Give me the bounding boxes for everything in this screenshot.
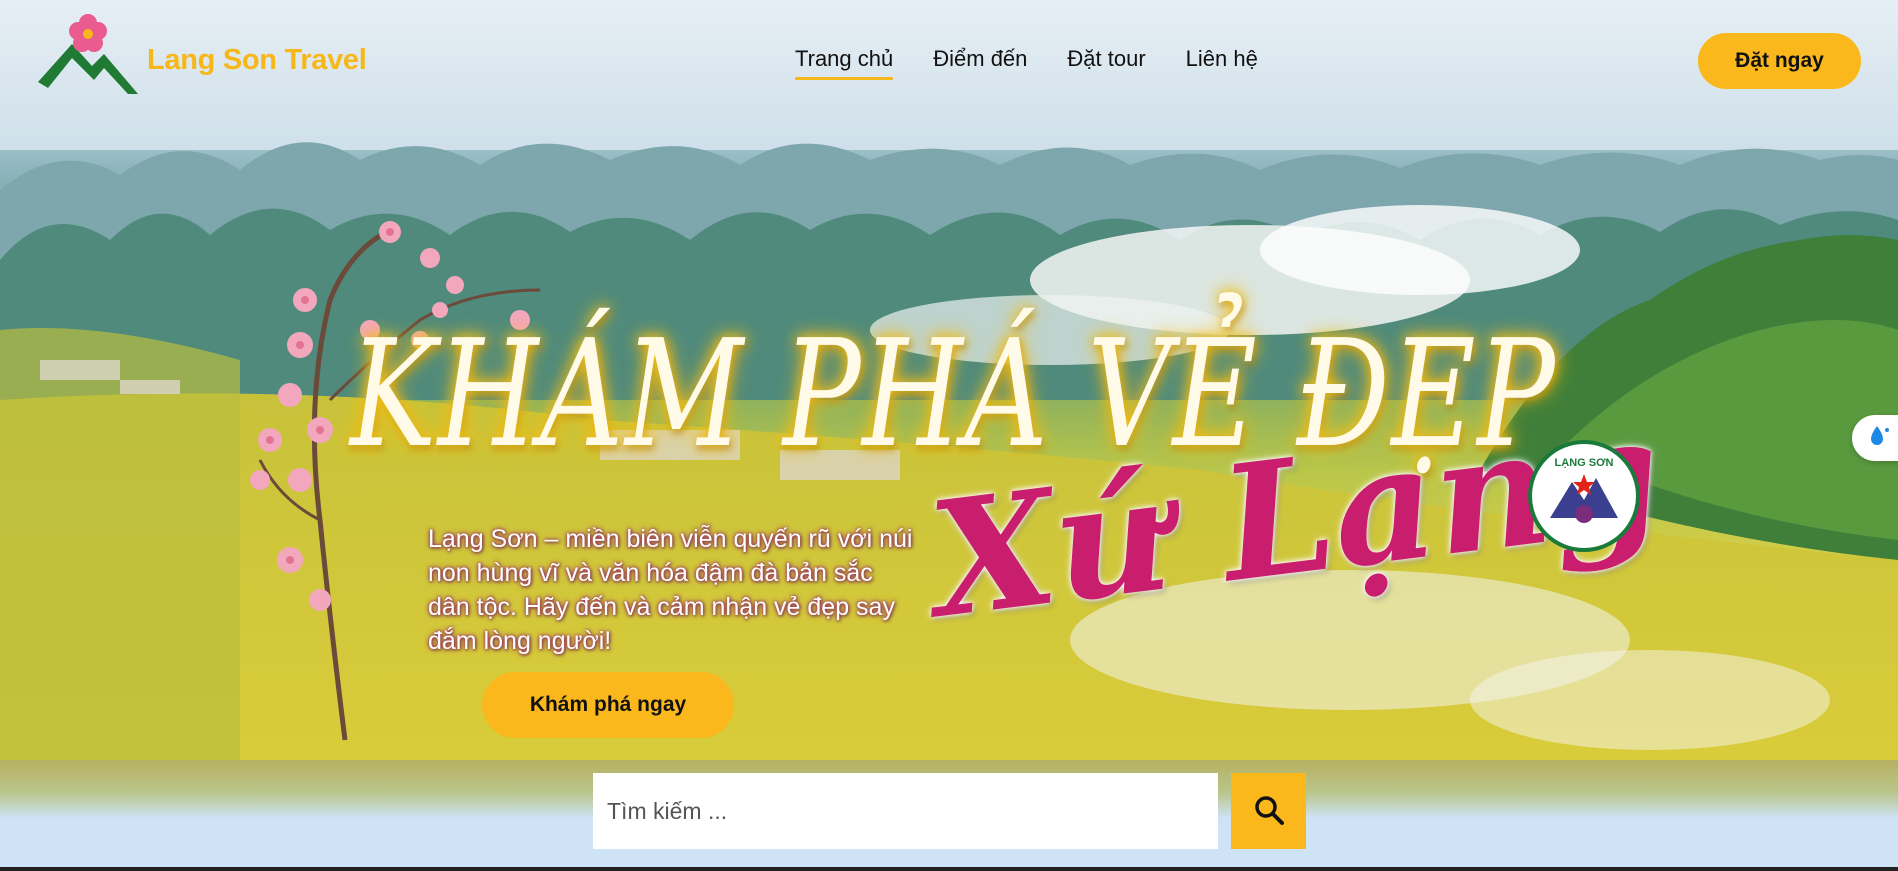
page-bottom-border [0, 867, 1898, 871]
mountain-blossom-logo[interactable] [36, 10, 140, 96]
book-now-button[interactable]: Đặt ngay [1698, 33, 1861, 89]
badge-label: LẠNG SƠN [1555, 457, 1614, 469]
lang-son-badge: LẠNG SƠN [1528, 440, 1640, 552]
explore-now-button[interactable]: Khám phá ngay [482, 672, 734, 738]
search-input[interactable] [593, 773, 1218, 849]
water-drop-icon [1865, 424, 1891, 453]
main-nav: Trang chủ Điểm đến Đặt tour Liên hệ [795, 46, 1258, 80]
nav-contact[interactable]: Liên hệ [1186, 46, 1258, 80]
search-button[interactable] [1231, 773, 1306, 849]
nav-book-tour[interactable]: Đặt tour [1067, 46, 1145, 80]
brand-name[interactable]: Lang Son Travel [147, 44, 367, 77]
side-widget-tab[interactable] [1852, 415, 1898, 461]
nav-home[interactable]: Trang chủ [795, 46, 894, 80]
hero-intro-text: Lạng Sơn – miền biên viễn quyến rũ với n… [428, 525, 913, 655]
site-header: Lang Son Travel Trang chủ Điểm đến Đặt t… [0, 0, 1898, 124]
search-icon [1253, 794, 1285, 829]
nav-destinations[interactable]: Điểm đến [933, 46, 1027, 80]
hero-banner: KHÁM PHÁ VẺ ĐẸP Xứ Lạng LẠNG SƠN Lạng Sơ… [0, 0, 1898, 760]
